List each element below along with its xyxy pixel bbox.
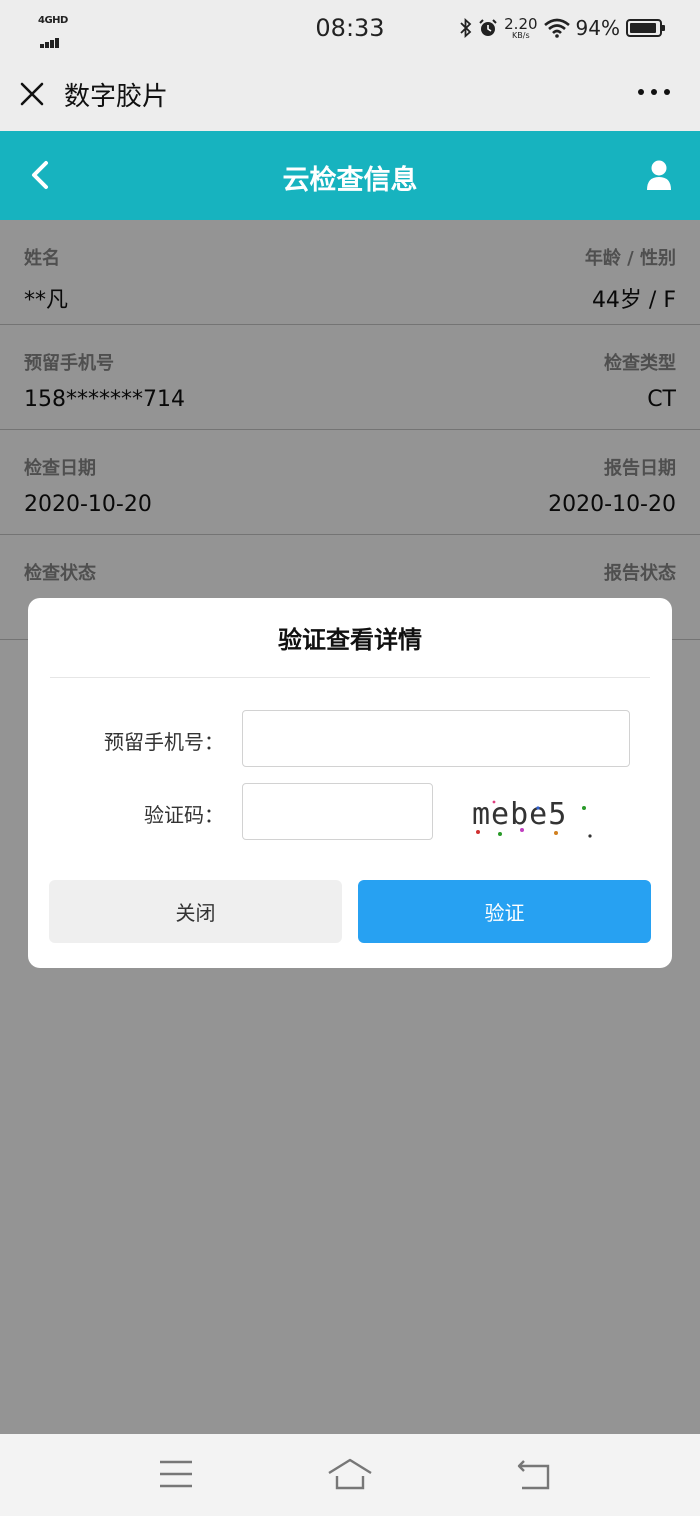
dialog-divider xyxy=(50,677,650,678)
network-speed: 2.20 KB/s xyxy=(504,14,538,40)
page-title: 数字胶片 xyxy=(64,82,169,112)
captcha-image[interactable]: mebe5 xyxy=(464,786,604,842)
system-nav-bar xyxy=(0,1434,700,1516)
bluetooth-icon xyxy=(460,18,472,38)
captcha-text: mebe5 xyxy=(472,797,567,832)
status-bar: 4GHD 08:33 2.20 KB/s 94% xyxy=(0,0,700,56)
verify-dialog: 验证查看详情 预留手机号： 验证码： mebe5 关闭 验证 xyxy=(28,598,672,968)
close-button[interactable]: 关闭 xyxy=(49,880,342,943)
speed-unit: KB/s xyxy=(512,30,530,40)
dialog-phone-label: 预留手机号： xyxy=(104,730,224,754)
captcha-input[interactable] xyxy=(242,783,433,840)
battery-icon xyxy=(626,19,665,37)
header-title: 云检查信息 xyxy=(282,165,418,196)
more-icon[interactable] xyxy=(638,89,670,99)
home-icon[interactable] xyxy=(326,1456,374,1492)
speed-value: 2.20 xyxy=(504,14,538,33)
close-icon[interactable] xyxy=(18,80,46,108)
dialog-title: 验证查看详情 xyxy=(278,626,422,654)
phone-input[interactable] xyxy=(242,710,630,767)
status-icons: 2.20 KB/s 94% xyxy=(460,14,665,42)
user-icon[interactable] xyxy=(646,159,672,191)
app-header: 云检查信息 xyxy=(0,131,700,220)
dialog-code-label: 验证码： xyxy=(144,803,224,827)
menu-icon[interactable] xyxy=(152,1456,200,1492)
battery-percent: 94% xyxy=(575,16,620,40)
wechat-title-bar: 数字胶片 xyxy=(0,56,700,131)
wifi-icon xyxy=(543,18,570,38)
alarm-icon xyxy=(479,19,497,36)
battery-fill xyxy=(630,23,656,33)
back-icon[interactable] xyxy=(510,1456,558,1492)
verify-button[interactable]: 验证 xyxy=(358,880,651,943)
